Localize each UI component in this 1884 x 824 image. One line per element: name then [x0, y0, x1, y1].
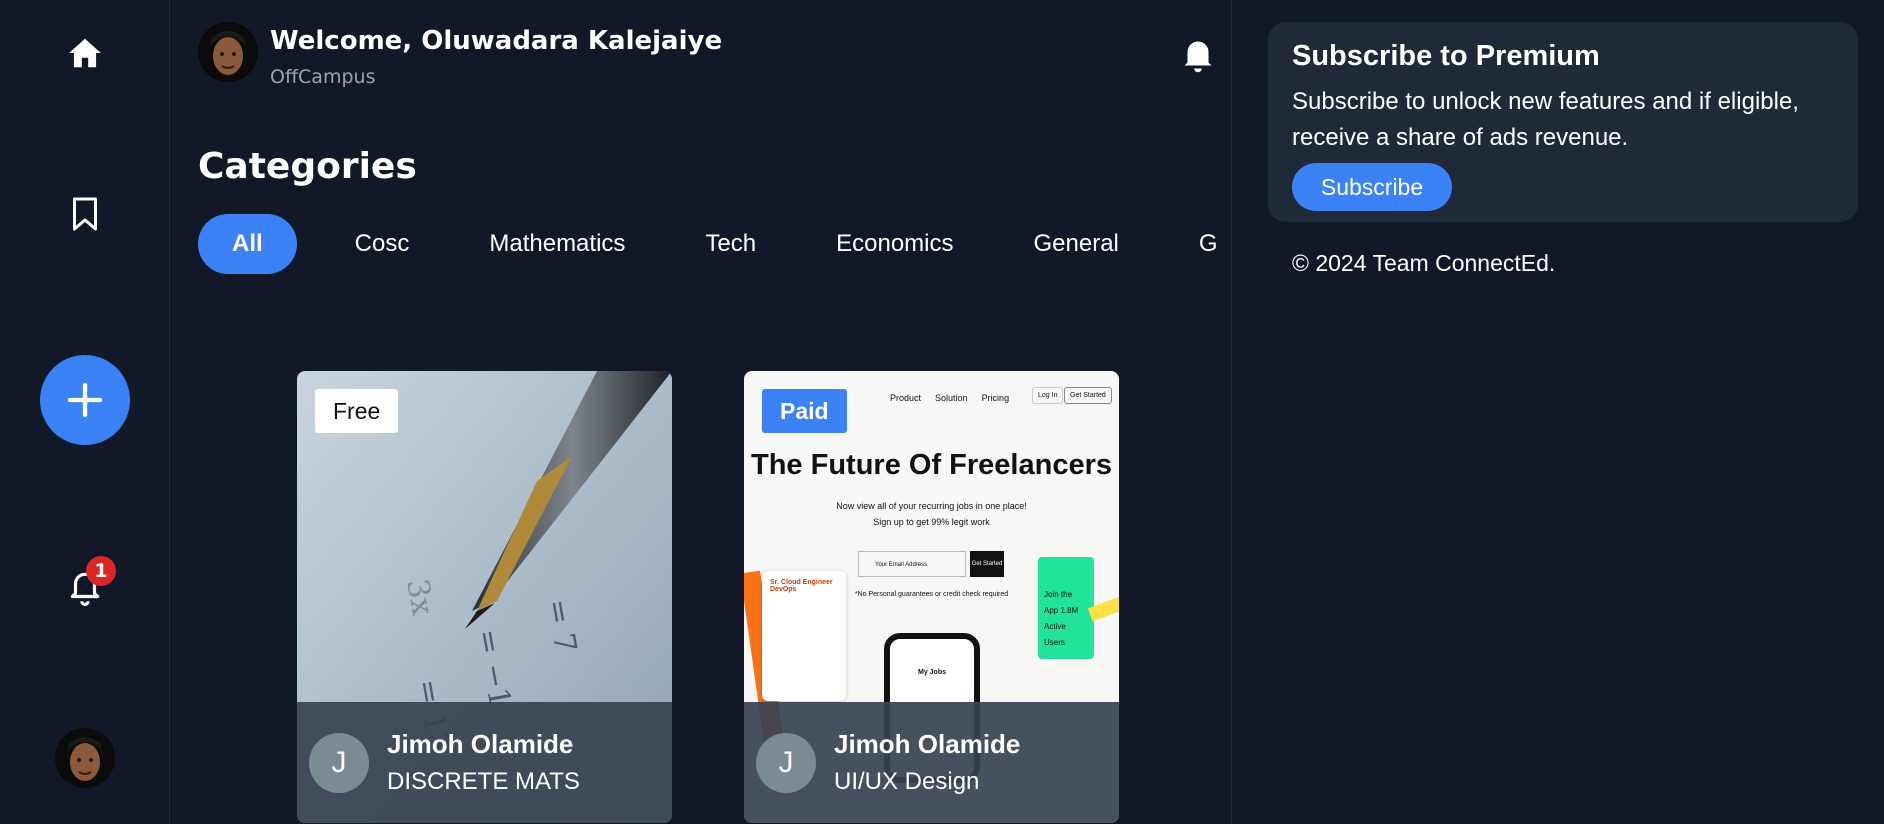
notifications-bell-icon[interactable] — [1180, 34, 1216, 80]
chip-all[interactable]: All — [198, 214, 297, 274]
free-tag: Free — [315, 389, 399, 433]
card-footer: J Jimoh Olamide UI/UX Design — [744, 702, 1119, 823]
course-card[interactable]: Product Solution Pricing Log In Get Star… — [744, 371, 1119, 823]
home-icon[interactable] — [66, 34, 104, 72]
card-footer: J Jimoh Olamide DISCRETE MATS — [297, 702, 672, 823]
author-avatar: J — [756, 732, 816, 793]
chip-mathematics[interactable]: Mathematics — [449, 214, 665, 274]
course-title: UI/UX Design — [834, 768, 980, 795]
thumb-nav-item: Pricing — [981, 393, 1010, 403]
premium-description: Subscribe to unlock new features and if … — [1292, 88, 1799, 151]
chip-economics[interactable]: Economics — [796, 214, 993, 274]
svg-text:3x: 3x — [399, 576, 440, 618]
copyright-text: © 2024 Team ConnectEd. — [1292, 250, 1556, 276]
thumb-job-card: Sr. Cloud Engineer DevOps — [762, 571, 846, 701]
welcome-text: Welcome, Oluwadara Kalejaiye — [270, 26, 723, 56]
notification-badge: 1 — [86, 556, 116, 586]
thumb-nav-item: Product — [890, 393, 922, 403]
header-avatar[interactable] — [198, 22, 258, 82]
paid-tag: Paid — [762, 389, 847, 433]
profile-avatar[interactable] — [54, 728, 115, 788]
author-name: Jimoh Olamide — [834, 729, 1021, 759]
bookmark-icon[interactable] — [70, 196, 100, 232]
thumb-sub2: Sign up to get 99% legit work — [873, 517, 990, 527]
category-chips: All CoscMathematicsTechEconomicsGeneralGe… — [198, 214, 1218, 274]
chip-cosc[interactable]: Cosc — [315, 214, 450, 274]
thumb-headline: The Future Of Freelancers — [751, 449, 1112, 481]
main-feed: Welcome, Oluwadara Kalejaiye OffCampus C… — [170, 0, 1232, 824]
add-post-button[interactable] — [40, 355, 130, 445]
right-panel: Subscribe to Premium Subscribe to unlock… — [1232, 0, 1884, 824]
plus-icon — [67, 382, 103, 418]
premium-title: Subscribe to Premium — [1292, 40, 1600, 72]
premium-card: Subscribe to Premium Subscribe to unlock… — [1268, 22, 1858, 222]
thumb-email: Your Email Address — [858, 551, 966, 577]
subscribe-button[interactable]: Subscribe — [1292, 163, 1452, 211]
author-avatar: J — [309, 732, 369, 793]
thumb-login: Log In — [1032, 387, 1064, 404]
chip-tech[interactable]: Tech — [665, 214, 796, 274]
thumb-join: Join the App 1.8M Active Users — [1038, 557, 1094, 659]
thumb-cta: Get Started — [970, 551, 1004, 577]
thumb-nav-item: Solution — [935, 393, 968, 403]
course-card[interactable]: = 13 = −1 = 7 3x Free J Jimoh Olamide DI… — [297, 371, 672, 823]
chip-geo[interactable]: Geo — [1159, 214, 1218, 274]
thumb-sub1: Now view all of your recurring jobs in o… — [836, 501, 1027, 511]
categories-heading: Categories — [198, 146, 417, 187]
chip-general[interactable]: General — [993, 214, 1158, 274]
thumb-get-started: Get Started — [1064, 387, 1112, 404]
school-name: OffCampus — [270, 66, 376, 88]
author-name: Jimoh Olamide — [387, 729, 574, 759]
course-title: DISCRETE MATS — [387, 768, 580, 795]
sidebar: 1 — [0, 0, 170, 824]
